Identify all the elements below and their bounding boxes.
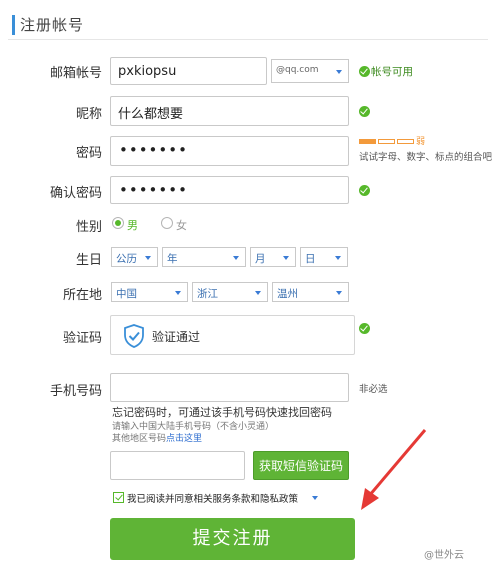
phone-other-region: 其他地区号码点击这里 [112,431,202,444]
email-domain-value: @qq.com [276,65,319,75]
check-circle-icon [359,323,370,334]
gender-radio-male[interactable] [112,217,124,229]
chevron-down-icon [233,256,239,260]
chevron-down-icon [336,70,342,74]
chevron-down-icon [283,256,289,260]
country-select[interactable]: 中国 [111,282,188,302]
submit-register-button[interactable]: 提交注册 [110,518,355,560]
header-accent-bar [12,15,15,35]
get-sms-code-button[interactable]: 获取短信验证码 [253,451,349,480]
chevron-down-icon [335,256,341,260]
city-select[interactable]: 温州 [272,282,349,302]
check-circle-icon [359,185,370,196]
nickname-label: 昵称 [75,107,102,122]
month-value: 月 [255,253,266,265]
nickname-input[interactable]: 什么都想要 [110,96,349,126]
city-value: 温州 [277,288,298,300]
password-value: ••••••• [119,141,188,159]
confirm-password-input[interactable]: ••••••• [110,176,349,204]
chevron-down-icon [175,291,181,295]
birthday-label: 生日 [75,253,102,268]
phone-optional-note: 非必选 [359,384,388,395]
phone-other-prefix: 其他地区号码 [112,434,167,444]
year-value: 年 [167,253,178,265]
phone-label: 手机号码 [49,384,102,399]
country-value: 中国 [116,288,137,300]
gender-label: 性别 [75,220,102,235]
location-label: 所在地 [62,288,102,303]
captcha-widget[interactable]: 验证通过 [110,315,355,355]
red-arrow-annotation [361,429,427,510]
chevron-down-icon [336,291,342,295]
day-select[interactable]: 日 [300,247,348,267]
day-value: 日 [305,253,316,265]
agreement-checkbox[interactable] [113,492,124,503]
email-label: 邮箱帐号 [49,66,102,81]
nickname-value: 什么都想要 [118,107,184,122]
calendar-value: 公历 [116,253,137,265]
chevron-down-icon [255,291,261,295]
strength-level: 弱 [416,137,426,147]
password-strength-meter: 弱 [359,136,429,148]
email-status: 帐号可用 [371,66,413,78]
chevron-down-icon[interactable] [312,496,318,500]
phone-other-link[interactable]: 点击这里 [166,434,202,444]
gender-option-female: 女 [176,219,187,232]
province-select[interactable]: 浙江 [192,282,268,302]
email-value: pxkiopsu [118,64,177,79]
agreement-label[interactable]: 我已阅读并同意相关服务条款和隐私政策 [127,491,298,505]
phone-input[interactable] [110,373,349,402]
email-input[interactable]: pxkiopsu [110,57,267,85]
page-title: 注册帐号 [20,16,85,34]
chevron-down-icon [145,256,151,260]
gender-radio-female[interactable] [161,217,173,229]
province-value: 浙江 [197,288,218,300]
strength-segment-strong [397,139,414,144]
calendar-select[interactable]: 公历 [111,247,158,267]
gender-option-male: 男 [127,219,138,232]
password-label: 密码 [75,146,102,161]
phone-forgot-hint: 忘记密码时，可通过该手机号码快速找回密码 [112,406,332,419]
watermark-text: @世外云 [424,550,464,561]
strength-segment-weak [359,139,376,144]
month-select[interactable]: 月 [250,247,296,267]
confirm-password-label: 确认密码 [49,186,102,201]
confirm-password-value: ••••••• [119,181,188,199]
sms-code-input[interactable] [110,451,245,480]
email-domain-select[interactable]: @qq.com [271,59,349,83]
captcha-label: 验证码 [62,331,102,346]
check-circle-icon [359,106,370,117]
year-select[interactable]: 年 [162,247,246,267]
password-input[interactable]: ••••••• [110,136,349,166]
captcha-status: 验证通过 [152,330,201,344]
strength-segment-medium [378,139,395,144]
shield-check-icon [124,324,144,348]
password-hint: 试试字母、数字、标点的组合吧 [359,152,493,163]
check-circle-icon [359,66,370,77]
